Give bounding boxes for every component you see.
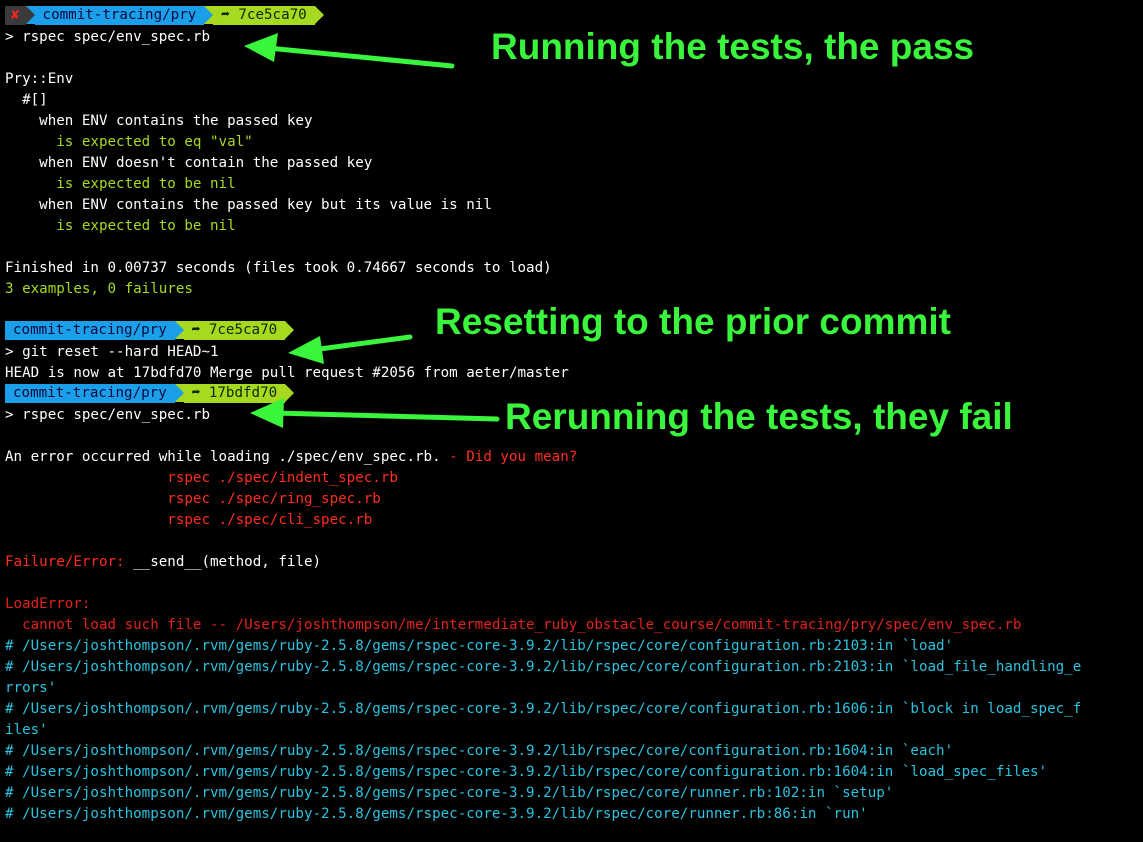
backtrace-line: # /Users/joshthompson/.rvm/gems/ruby-2.5… <box>5 743 954 759</box>
prompt-separator <box>314 6 324 24</box>
command-line: > rspec spec/env_spec.rb <box>5 29 210 45</box>
prompt-directory: commit-tracing/pry <box>5 321 175 340</box>
prompt-git-commit: ➦ 7ce5ca70 <box>213 6 315 25</box>
command-line: > rspec spec/env_spec.rb <box>5 407 210 423</box>
spec-method: #[] <box>5 92 48 108</box>
summary-line: 3 examples, 0 failures <box>5 281 193 297</box>
annotation-rerunning: Rerunning the tests, they fail <box>505 396 1013 437</box>
did-you-mean: - Did you mean? <box>440 449 578 465</box>
backtrace-line: # /Users/joshthompson/.rvm/gems/ruby-2.5… <box>5 806 868 822</box>
suggestion: rspec ./spec/ring_spec.rb <box>5 491 381 507</box>
error-status-icon: ✘ <box>5 6 26 25</box>
spec-suite: Pry::Env <box>5 71 74 87</box>
failure-label: Failure/Error: <box>5 554 125 570</box>
prompt-git-commit: ➦ 17bdfd70 <box>183 384 286 403</box>
load-error-message: cannot load such file -- /Users/joshthom… <box>5 617 1022 633</box>
load-error-text: An error occurred while loading ./spec/e… <box>5 449 441 465</box>
spec-context: when ENV contains the passed key but its… <box>5 197 492 213</box>
prompt-separator <box>285 321 295 339</box>
prompt-directory: commit-tracing/pry <box>34 6 205 25</box>
suggestion: rspec ./spec/cli_spec.rb <box>5 512 373 528</box>
prompt-directory: commit-tracing/pry <box>5 384 175 403</box>
annotation-running-tests: Running the tests, the pass <box>491 26 975 67</box>
backtrace-line: # /Users/joshthompson/.rvm/gems/ruby-2.5… <box>5 785 894 801</box>
arrow-1 <box>244 33 455 69</box>
annotation-resetting: Resetting to the prior commit <box>435 301 951 342</box>
arrow-2 <box>288 334 413 364</box>
git-output: HEAD is now at 17bdfd70 Merge pull reque… <box>5 365 569 381</box>
failure-line: Failure/Error: __send__(method, file) <box>5 552 321 573</box>
backtrace-line: # /Users/joshthompson/.rvm/gems/ruby-2.5… <box>5 701 1082 717</box>
prompt-separator <box>174 384 184 402</box>
prompt-1: ✘ commit-tracing/pry ➦ 7ce5ca70 <box>5 6 324 25</box>
backtrace-line: # /Users/joshthompson/.rvm/gems/ruby-2.5… <box>5 764 1048 780</box>
load-error-label: LoadError: <box>5 596 91 612</box>
failure-code: __send__(method, file) <box>124 554 322 570</box>
load-error-line: An error occurred while loading ./spec/e… <box>5 447 577 468</box>
finished-line: Finished in 0.00737 seconds (files took … <box>5 260 552 276</box>
prompt-3: commit-tracing/pry ➦ 17bdfd70 <box>5 384 295 403</box>
backtrace-line-cont: rrors' <box>5 680 57 696</box>
spec-example-pass: is expected to be nil <box>5 218 236 234</box>
prompt-2: commit-tracing/pry ➦ 7ce5ca70 <box>5 321 295 340</box>
prompt-separator <box>204 6 214 24</box>
suggestion: rspec ./spec/indent_spec.rb <box>5 470 398 486</box>
prompt-separator <box>174 321 184 339</box>
spec-example-pass: is expected to be nil <box>5 176 236 192</box>
spec-context: when ENV contains the passed key <box>5 113 313 129</box>
prompt-separator <box>285 384 295 402</box>
backtrace-line-cont: iles' <box>5 722 48 738</box>
spec-context: when ENV doesn't contain the passed key <box>5 155 373 171</box>
prompt-git-commit: ➦ 7ce5ca70 <box>183 321 286 340</box>
backtrace-line: # /Users/joshthompson/.rvm/gems/ruby-2.5… <box>5 659 1082 675</box>
spec-example-pass: is expected to eq "val" <box>5 134 253 150</box>
backtrace-line: # /Users/joshthompson/.rvm/gems/ruby-2.5… <box>5 638 954 654</box>
prompt-separator <box>25 6 35 24</box>
command-line: > git reset --hard HEAD~1 <box>5 344 219 360</box>
